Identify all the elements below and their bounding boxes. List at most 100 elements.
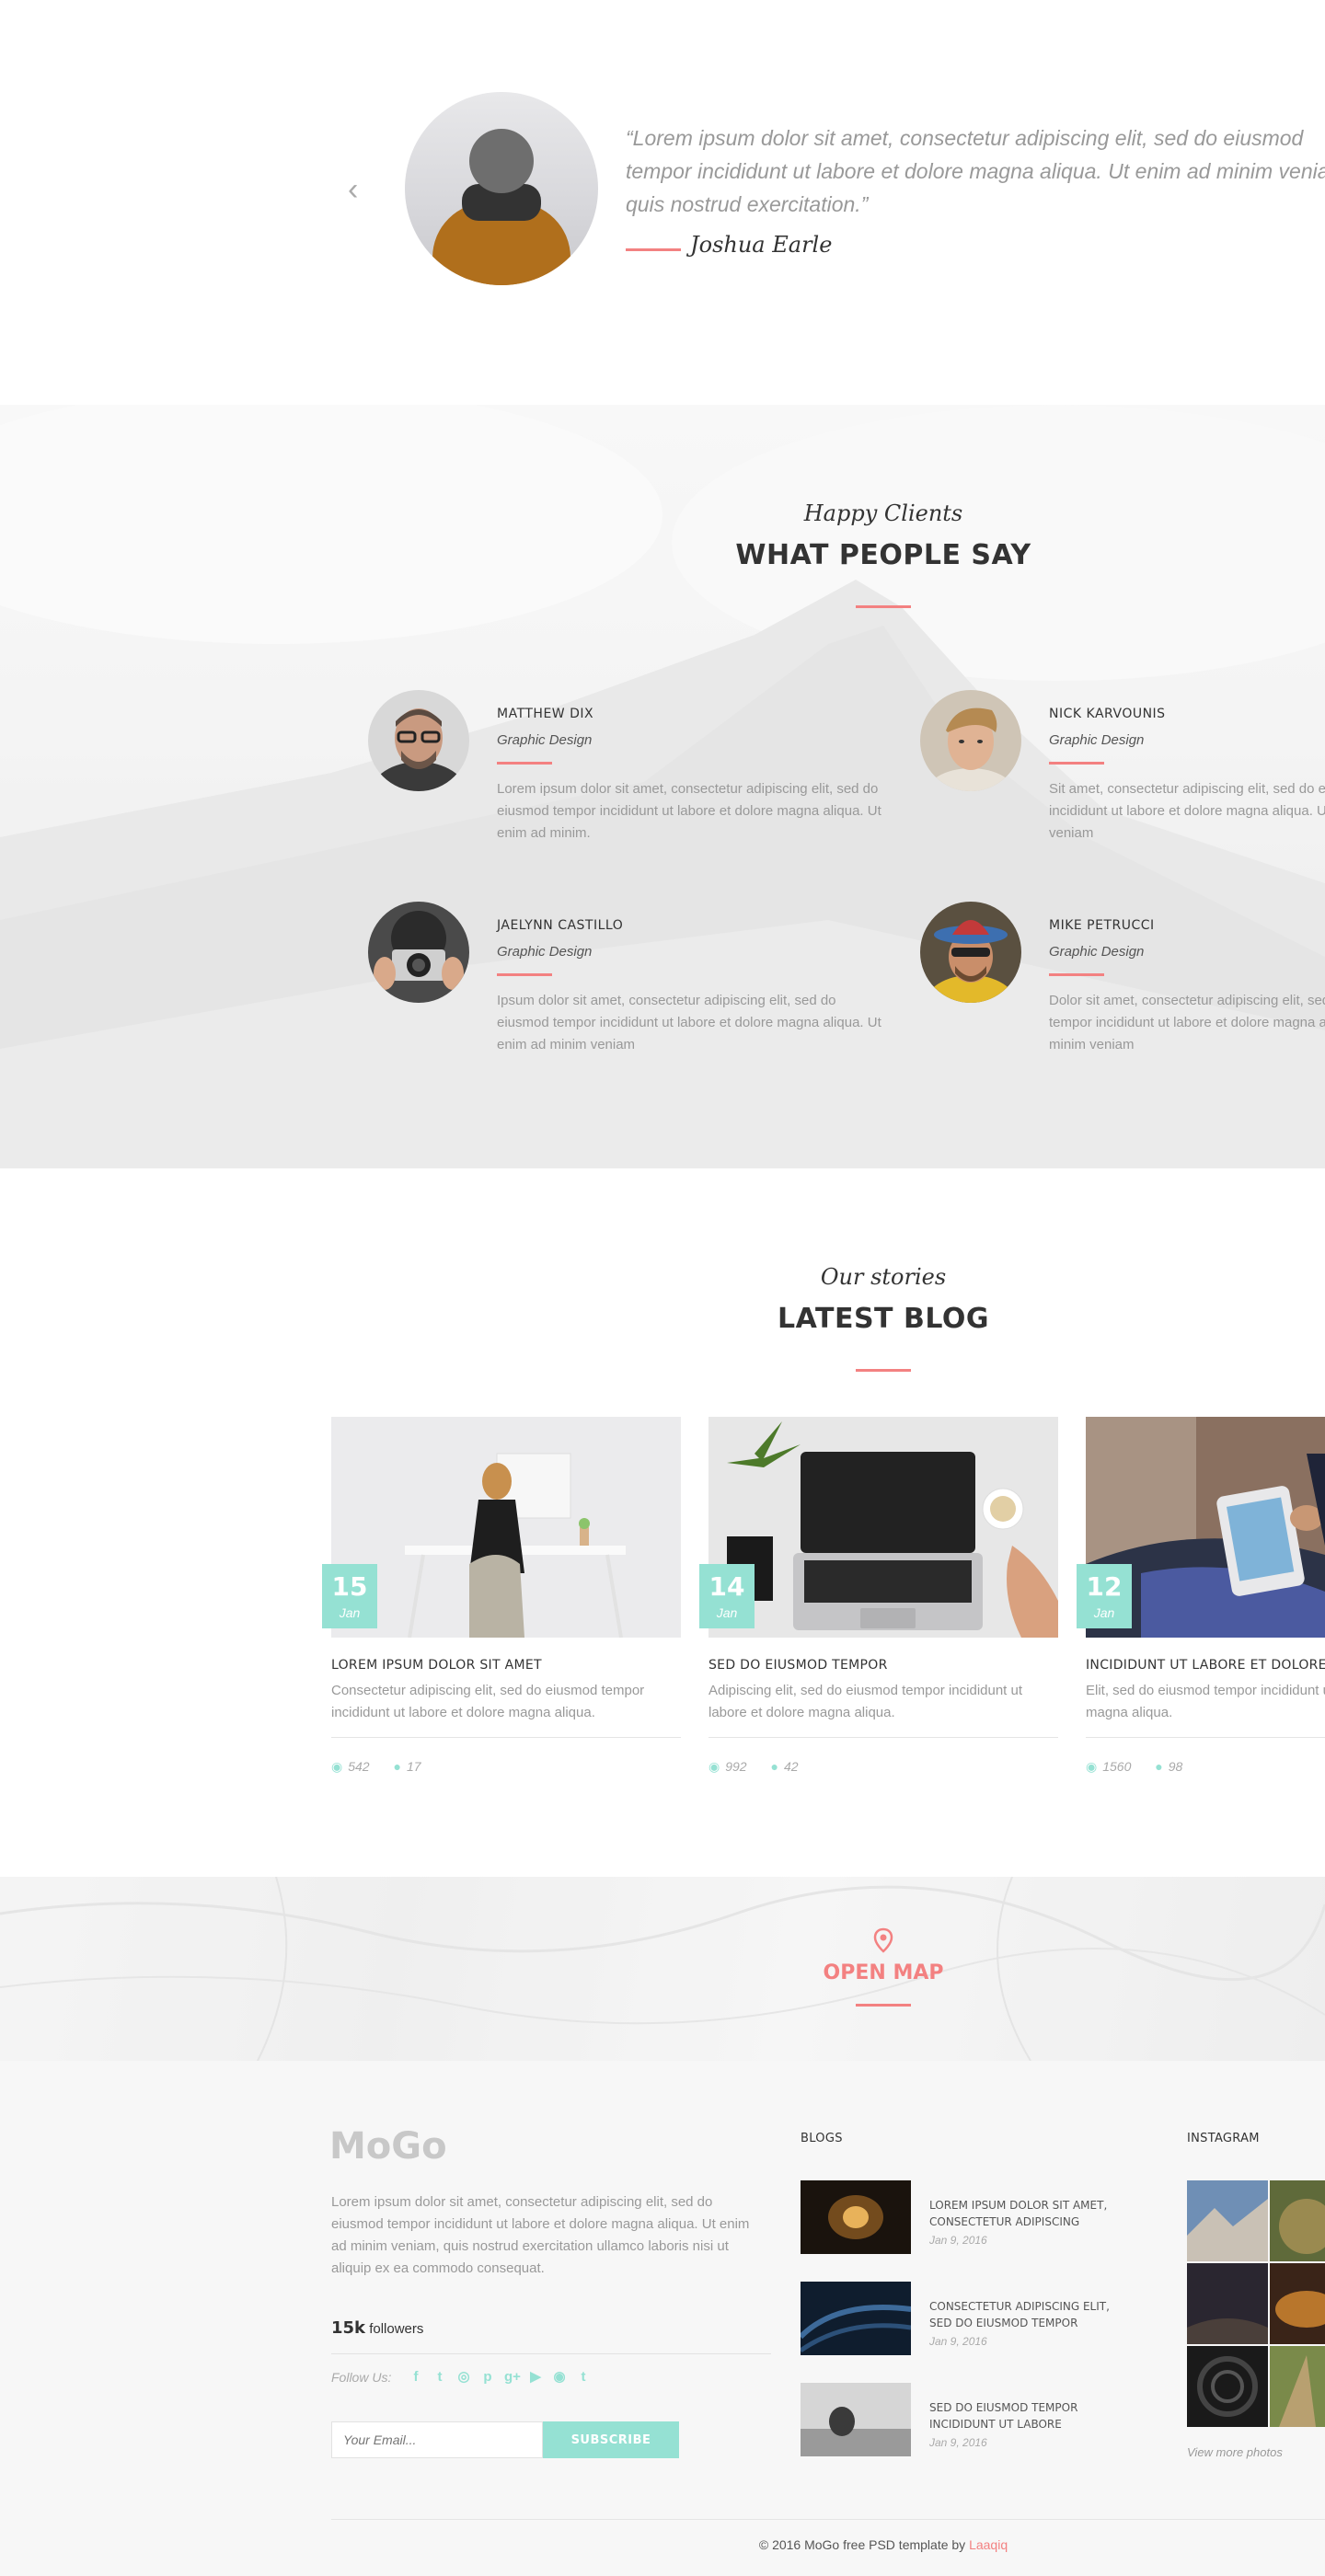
clients-title: WHAT PEOPLE SAY (735, 539, 1031, 571)
blog-subtitle: Our stories (820, 1264, 947, 1290)
instagram-column-title: INSTAGRAM (1187, 2132, 1260, 2145)
dribbble-icon[interactable]: ◉ (552, 2368, 567, 2385)
comment-icon: ● (770, 1759, 778, 1774)
instagram-photo[interactable] (1187, 2180, 1268, 2261)
instagram-photo[interactable] (1270, 2180, 1325, 2261)
client-name: NICK KARVOUNIS (1049, 707, 1166, 721)
client-avatar (920, 690, 1021, 791)
map-background (0, 1877, 1325, 2061)
footer-blog-title[interactable]: LOREM IPSUM DOLOR SIT AMET, CONSECTETUR … (929, 2197, 1132, 2230)
blog-post-card[interactable]: 14 Jan SED DO EIUSMOD TEMPOR Adipiscing … (699, 1417, 1058, 1785)
client-divider (497, 762, 552, 765)
post-title[interactable]: INCIDIDUNT UT LABORE ET DOLORE (1086, 1658, 1325, 1673)
post-meta: ◉ 992 ● 42 (709, 1759, 819, 1775)
pinterest-icon[interactable]: p (480, 2369, 495, 2385)
twitter-icon[interactable]: t (432, 2369, 447, 2385)
clients-subtitle: Happy Clients (803, 500, 963, 526)
blog-post-image[interactable] (709, 1417, 1058, 1638)
email-input[interactable] (331, 2421, 543, 2458)
google-plus-icon[interactable]: g+ (504, 2369, 521, 2385)
footer-logo[interactable]: MoGo (329, 2125, 447, 2168)
youtube-icon[interactable]: ▶ (528, 2368, 543, 2385)
social-links: f t ◎ p g+ ▶ ◉ t (409, 2368, 600, 2386)
facebook-icon[interactable]: f (409, 2369, 423, 2385)
client-role: Graphic Design (1049, 944, 1145, 960)
post-date-badge: 14 Jan (699, 1564, 755, 1628)
client-avatar (920, 902, 1021, 1003)
client-text: Ipsum dolor sit amet, consectetur adipis… (497, 993, 881, 1052)
open-map-button[interactable]: OPEN MAP (755, 1961, 1012, 1984)
client-text: Lorem ipsum dolor sit amet, consectetur … (497, 781, 881, 841)
client-avatar (368, 902, 469, 1003)
post-title[interactable]: LOREM IPSUM DOLOR SIT AMET (331, 1658, 542, 1673)
testimonial-quote: “Lorem ipsum dolor sit amet, consectetur… (626, 121, 1325, 221)
followers-label: followers (369, 2321, 424, 2337)
post-divider (709, 1737, 1058, 1738)
copyright: © 2016 MoGo free PSD template by Laaqiq (331, 2537, 1325, 2552)
footer-blog-title[interactable]: SED DO EIUSMOD TEMPOR INCIDIDUNT UT LABO… (929, 2399, 1132, 2432)
tumblr-icon[interactable]: t (576, 2369, 591, 2385)
followers-number: 15k (331, 2318, 366, 2338)
client-card: NICK KARVOUNIS Graphic Design Sit amet, … (920, 690, 1325, 874)
footer-blog-thumb[interactable] (801, 2383, 911, 2456)
client-role: Graphic Design (1049, 732, 1145, 748)
client-name: MIKE PETRUCCI (1049, 918, 1155, 933)
post-comments: 98 (1168, 1759, 1183, 1774)
client-role: Graphic Design (497, 944, 593, 960)
author-link[interactable]: Laaqiq (969, 2537, 1008, 2552)
footer-blog-title[interactable]: CONSECTETUR ADIPISCING ELIT, SED DO EIUS… (929, 2298, 1132, 2331)
footer-blog-item[interactable]: SED DO EIUSMOD TEMPOR INCIDIDUNT UT LABO… (801, 2383, 1113, 2456)
footer-blog-item[interactable]: LOREM IPSUM DOLOR SIT AMET, CONSECTETUR … (801, 2180, 1113, 2254)
blog-post-card[interactable]: 12 Jan INCIDIDUNT UT LABORE ET DOLORE El… (1077, 1417, 1325, 1785)
client-card: JAELYNN CASTILLO Graphic Design Ipsum do… (368, 902, 883, 1086)
instagram-photo[interactable] (1270, 2263, 1325, 2344)
testimonial-section: ‹ “Lorem ipsum dolor sit amet, consectet… (0, 0, 1325, 405)
post-date-day: 14 (709, 1571, 745, 1602)
testimonial-quote-line: “Lorem ipsum dolor sit amet, consectetur… (626, 126, 1304, 150)
client-card: MATTHEW DIX Graphic Design Lorem ipsum d… (368, 690, 883, 874)
followers-divider (331, 2353, 771, 2354)
footer-about: Lorem ipsum dolor sit amet, consectetur … (331, 2194, 750, 2276)
post-date-badge: 15 Jan (322, 1564, 377, 1628)
instagram-photo[interactable] (1270, 2346, 1325, 2427)
map-pin-icon (870, 1927, 897, 1960)
comment-icon: ● (1155, 1759, 1163, 1774)
eye-icon: ◉ (1086, 1759, 1098, 1774)
instagram-icon[interactable]: ◎ (456, 2368, 471, 2385)
client-divider (1049, 973, 1104, 976)
post-date-month: Jan (716, 1605, 738, 1620)
post-views: 542 (348, 1759, 370, 1774)
eye-icon: ◉ (331, 1759, 343, 1774)
footer-divider (331, 2519, 1325, 2520)
post-date-day: 12 (1086, 1571, 1123, 1602)
testimonial-quote-line: tempor incididunt ut labore et dolore ma… (626, 159, 1325, 183)
instagram-photo[interactable] (1187, 2346, 1268, 2427)
map-divider (856, 2004, 911, 2007)
footer-blog-thumb[interactable] (801, 2282, 911, 2355)
footer-blog-thumb[interactable] (801, 2180, 911, 2254)
instagram-photo[interactable] (1187, 2263, 1268, 2344)
blog-section: Our stories LATEST BLOG 15 Jan LOREM IPS… (0, 1168, 1325, 1877)
view-more-photos-link[interactable]: View more photos (1187, 2445, 1283, 2459)
quote-divider (626, 248, 681, 251)
client-card: MIKE PETRUCCI Graphic Design Dolor sit a… (920, 902, 1325, 1086)
blog-post-card[interactable]: 15 Jan LOREM IPSUM DOLOR SIT AMET Consec… (322, 1417, 681, 1785)
post-date-month: Jan (339, 1605, 361, 1620)
blog-title: LATEST BLOG (777, 1303, 990, 1335)
subscribe-button[interactable]: SUBSCRIBE (543, 2421, 679, 2458)
client-divider (497, 973, 552, 976)
footer-blog-date: Jan 9, 2016 (929, 2436, 987, 2449)
footer: MoGo Lorem ipsum dolor sit amet, consect… (0, 2061, 1325, 2576)
comment-icon: ● (393, 1759, 401, 1774)
footer-blog-date: Jan 9, 2016 (929, 2335, 987, 2348)
post-title[interactable]: SED DO EIUSMOD TEMPOR (709, 1658, 888, 1673)
eye-icon: ◉ (709, 1759, 720, 1774)
blog-post-image[interactable] (331, 1417, 681, 1638)
blog-title-divider (856, 1369, 911, 1372)
post-date-badge: 12 Jan (1077, 1564, 1132, 1628)
client-divider (1049, 762, 1104, 765)
map-section[interactable]: OPEN MAP (0, 1877, 1325, 2061)
prev-arrow-icon[interactable]: ‹ (348, 173, 368, 206)
testimonial-author: Joshua Earle (690, 232, 833, 258)
footer-blog-item[interactable]: CONSECTETUR ADIPISCING ELIT, SED DO EIUS… (801, 2282, 1113, 2355)
